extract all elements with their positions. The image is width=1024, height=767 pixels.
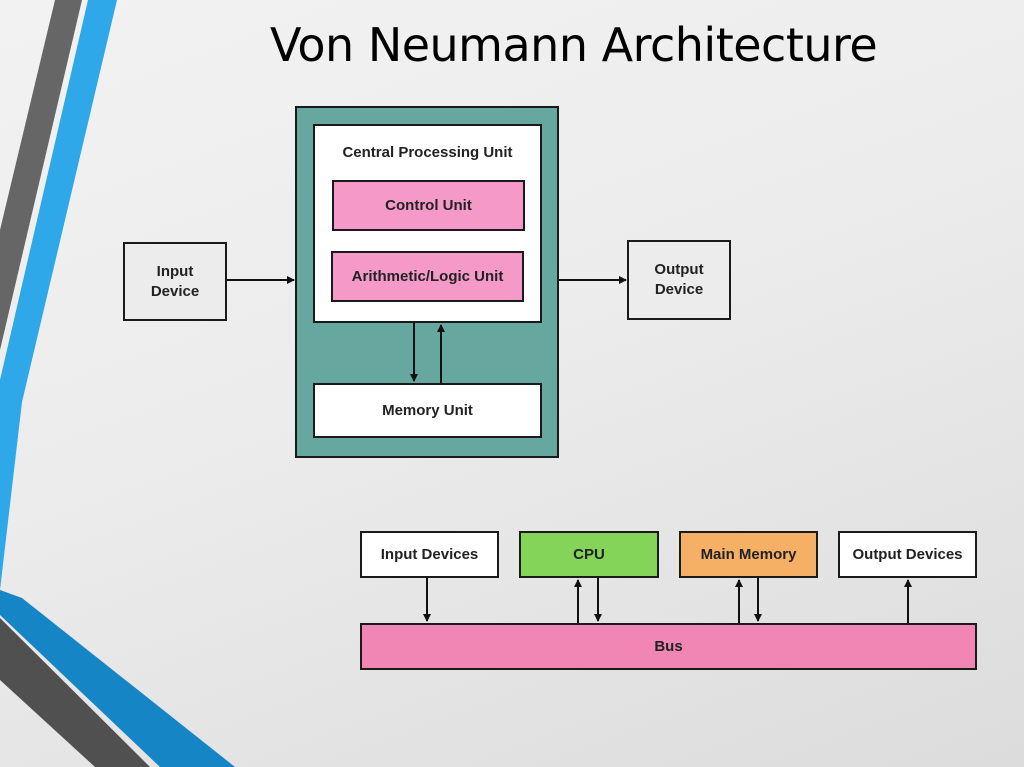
control-unit-label: Control Unit — [385, 196, 472, 214]
bus-box: Bus — [360, 623, 977, 670]
memory-unit-box: Memory Unit — [313, 383, 542, 438]
input-device-label: Input Device — [150, 262, 200, 300]
input-device-box: Input Device — [123, 242, 227, 321]
cpu-bus-box: CPU — [519, 531, 659, 578]
blue-stripe-left-lower — [0, 380, 22, 590]
bus-label: Bus — [654, 637, 683, 655]
input-devices-box: Input Devices — [360, 531, 499, 578]
main-memory-label: Main Memory — [700, 545, 797, 563]
control-unit-box: Control Unit — [332, 180, 525, 231]
alu-label: Arithmetic/Logic Unit — [351, 267, 504, 285]
output-devices-box: Output Devices — [838, 531, 977, 578]
output-devices-label: Output Devices — [852, 545, 963, 563]
cpu-label: Central Processing Unit — [342, 144, 513, 161]
output-device-box: Output Device — [627, 240, 731, 320]
output-device-label: Output Device — [654, 261, 704, 298]
memory-unit-label: Memory Unit — [382, 401, 473, 419]
input-devices-label: Input Devices — [380, 545, 479, 563]
alu-box: Arithmetic/Logic Unit — [331, 251, 524, 302]
main-memory-box: Main Memory — [679, 531, 818, 578]
cpu-bus-label: CPU — [573, 545, 605, 563]
slide-title: Von Neumann Architecture — [270, 18, 878, 72]
